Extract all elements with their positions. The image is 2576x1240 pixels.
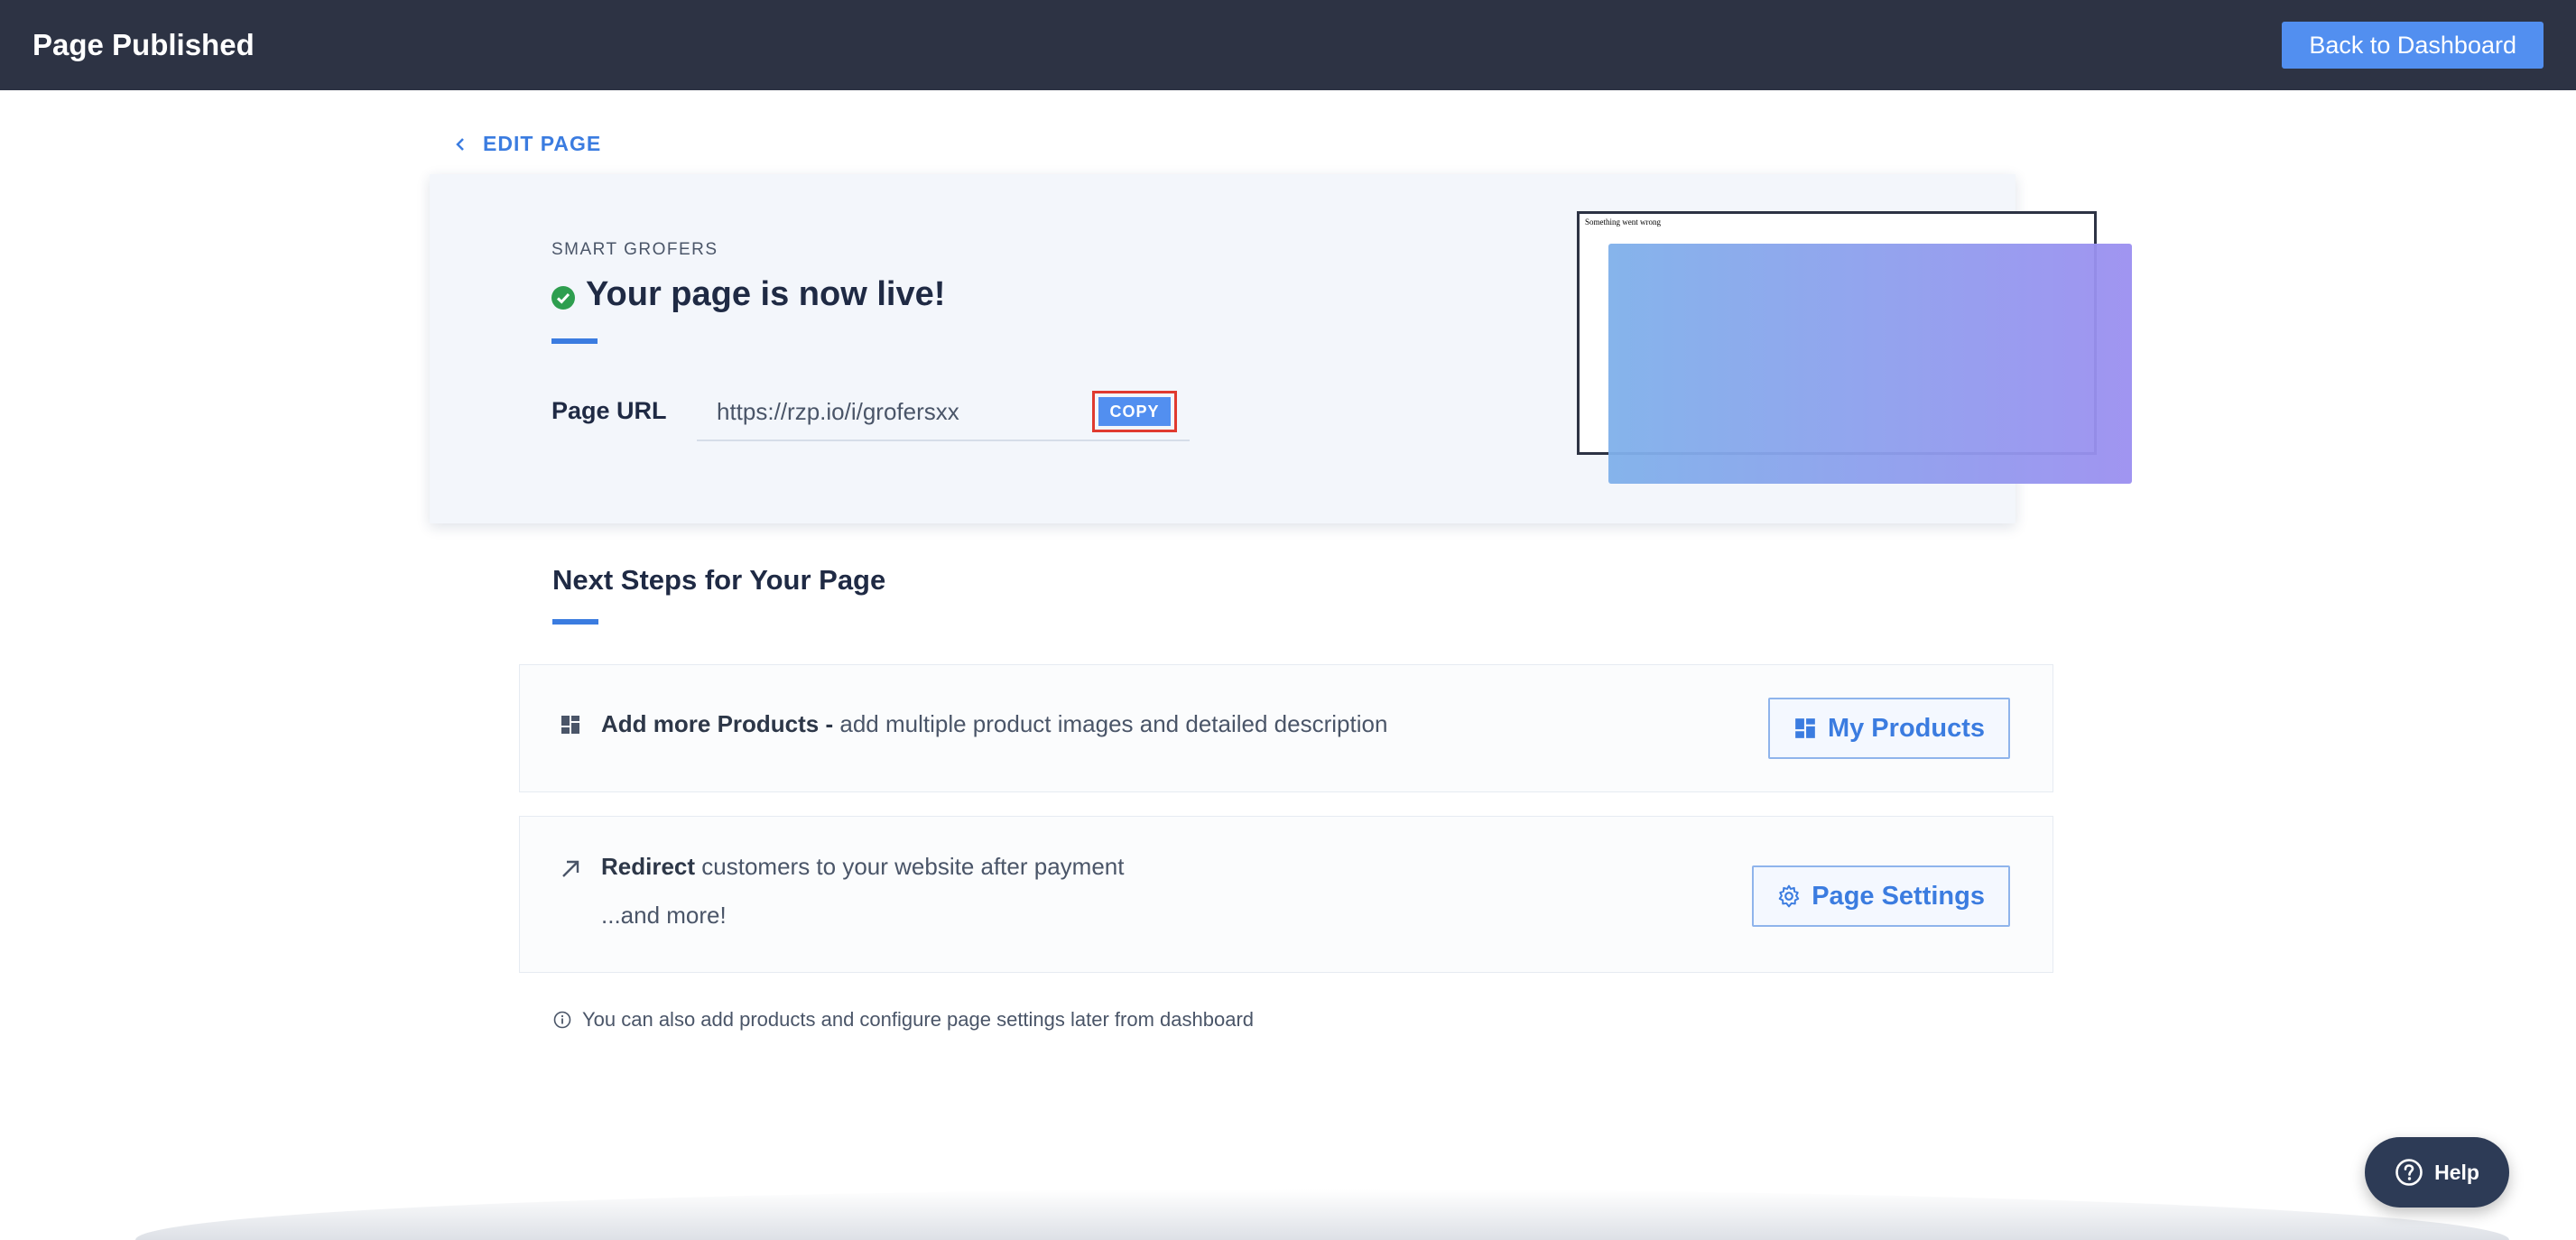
edit-page-label: EDIT PAGE [483, 132, 602, 155]
my-products-label: My Products [1827, 713, 1985, 743]
live-headline: Your page is now live! [551, 275, 945, 314]
step-products-text: Add more Products - add multiple product… [601, 710, 1387, 738]
arrow-up-right-icon [562, 860, 579, 877]
copy-highlight: COPY [1092, 391, 1177, 432]
info-note: You can also add products and configure … [553, 1008, 1254, 1032]
top-bar: Page Published Back to Dashboard [0, 0, 2576, 90]
dashboard-grid-icon [561, 716, 579, 734]
step-products-desc: add multiple product images and detailed… [833, 710, 1388, 737]
edit-page-link[interactable]: EDIT PAGE [454, 132, 601, 156]
products-grid-icon [1795, 718, 1815, 738]
step-redirect-desc: customers to your website after payment [695, 853, 1125, 880]
preview-error-text: Something went wrong [1585, 217, 1661, 227]
back-to-dashboard-button[interactable]: Back to Dashboard [2282, 22, 2544, 69]
copy-url-button[interactable]: COPY [1098, 397, 1171, 426]
step-redirect-bold: Redirect [601, 853, 696, 880]
next-steps-underline [552, 619, 598, 625]
live-headline-text: Your page is now live! [586, 275, 946, 313]
info-icon [553, 1011, 571, 1029]
step-and-more: ...and more! [601, 902, 727, 929]
page-url-label: Page URL [551, 397, 667, 424]
step-redirect-text: Redirect customers to your website after… [601, 853, 1124, 881]
page-preview-gradient [1608, 244, 2132, 484]
title-underline [551, 338, 598, 344]
next-steps-title: Next Steps for Your Page [552, 564, 886, 596]
help-button[interactable]: Help [2365, 1137, 2509, 1208]
help-label: Help [2434, 1160, 2479, 1184]
page-settings-label: Page Settings [1812, 881, 1985, 911]
page-settings-button[interactable]: Page Settings [1752, 865, 2010, 927]
page-title: Page Published [32, 28, 255, 61]
page-url-field: COPY [697, 384, 1190, 441]
merchant-name: SMART GROFERS [551, 240, 718, 259]
gear-icon [1778, 884, 1800, 908]
page-url-input[interactable] [717, 397, 1069, 426]
my-products-button[interactable]: My Products [1767, 698, 2010, 759]
question-circle-icon [2395, 1159, 2423, 1186]
step-products-bold: Add more Products - [601, 710, 834, 737]
bottom-shadow [135, 1189, 2509, 1240]
chevron-left-icon [456, 137, 464, 151]
step-add-products: Add more Products - add multiple product… [519, 664, 2053, 792]
info-note-text: You can also add products and configure … [582, 1008, 1255, 1031]
check-circle-icon [551, 285, 575, 310]
step-redirect: Redirect customers to your website after… [519, 816, 2053, 973]
